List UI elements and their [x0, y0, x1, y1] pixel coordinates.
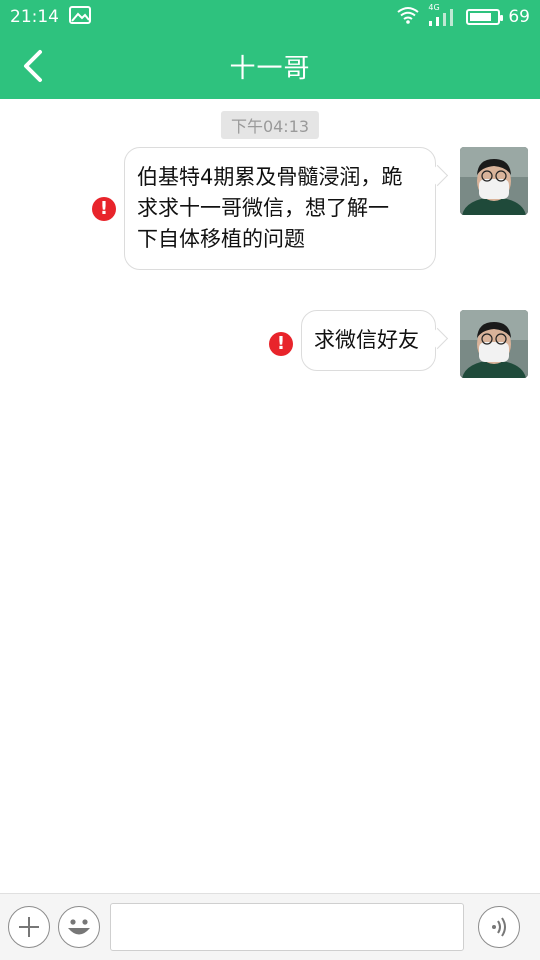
cellular-signal-icon: 4G: [428, 3, 458, 28]
plus-icon: [19, 917, 39, 937]
message-input[interactable]: [110, 903, 464, 951]
emoji-button[interactable]: [58, 906, 100, 948]
chat-app: 21:14 4G 69 十一哥 下午04:13 ! 伯基特4期累及骨髓浸润，跪 …: [0, 0, 540, 960]
network-type-label: 4G: [428, 3, 440, 12]
voice-button[interactable]: [478, 906, 520, 948]
status-right: 4G 69: [396, 3, 530, 29]
message-bubble[interactable]: 求微信好友: [301, 310, 436, 371]
message-row: ! 求微信好友: [269, 310, 528, 378]
status-time: 21:14: [10, 7, 59, 27]
battery-percent: 69: [508, 7, 530, 27]
send-failed-icon[interactable]: !: [269, 332, 293, 356]
send-failed-icon[interactable]: !: [92, 196, 116, 221]
back-button[interactable]: [18, 48, 52, 84]
battery-level-fill: [470, 13, 492, 21]
status-bar: 21:14 4G 69: [0, 0, 540, 34]
avatar[interactable]: [460, 310, 528, 378]
voice-icon: [492, 917, 506, 937]
input-bar: [0, 893, 540, 960]
message-list: 下午04:13 ! 伯基特4期累及骨髓浸润，跪 求求十一哥微信，想了解一 下自体…: [0, 99, 540, 893]
message-bubble[interactable]: 伯基特4期累及骨髓浸润，跪 求求十一哥微信，想了解一 下自体移植的问题: [124, 147, 436, 270]
image-notification-icon: [69, 5, 91, 29]
chat-title: 十一哥: [229, 54, 311, 84]
avatar[interactable]: [460, 147, 528, 215]
message-timestamp: 下午04:13: [220, 111, 320, 139]
chevron-left-icon: [24, 50, 42, 82]
wifi-icon: [396, 6, 420, 29]
plus-button[interactable]: [8, 906, 50, 948]
battery-icon: [466, 9, 504, 25]
emoji-icon: [68, 919, 90, 935]
message-row: ! 伯基特4期累及骨髓浸润，跪 求求十一哥微信，想了解一 下自体移植的问题: [92, 147, 528, 270]
title-bar: 十一哥: [0, 34, 540, 99]
